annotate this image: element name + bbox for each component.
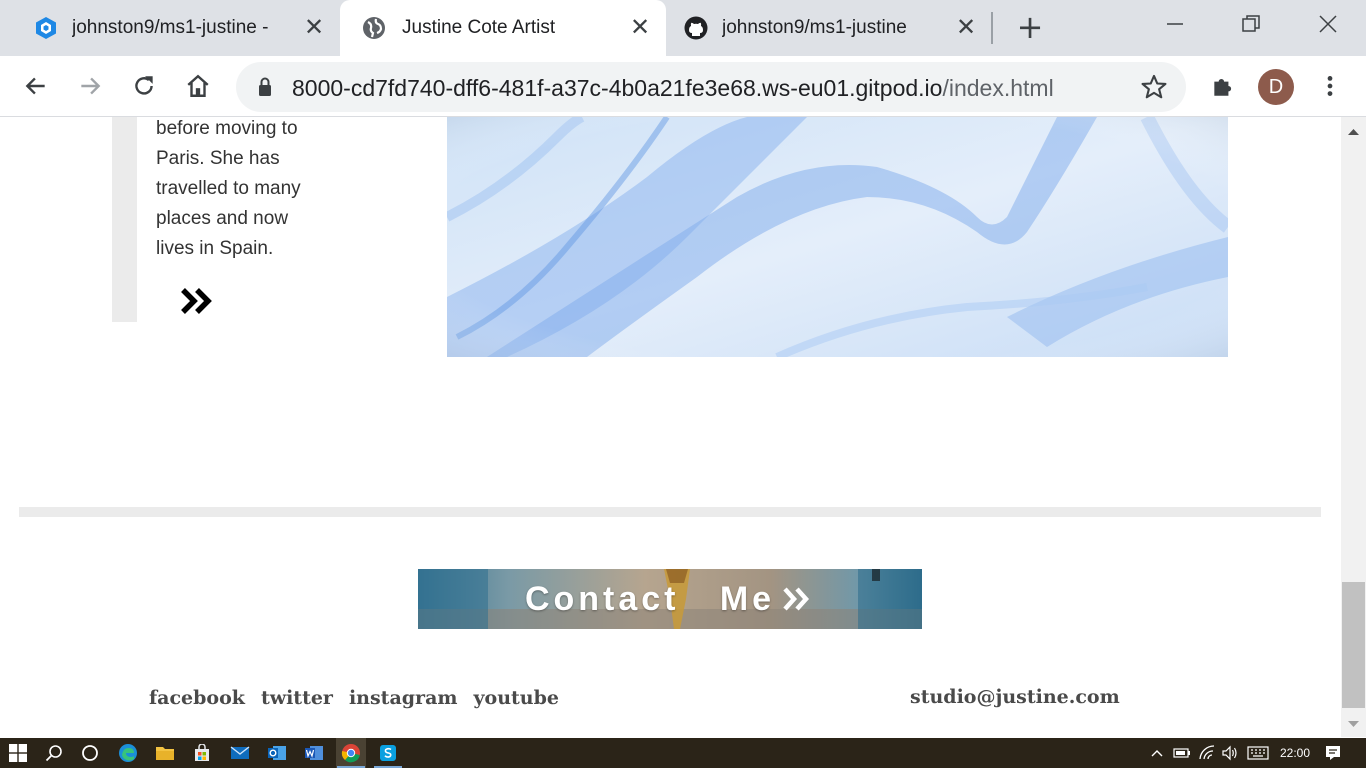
extensions-puzzle-icon[interactable] xyxy=(1205,68,1241,104)
close-icon[interactable]: ✕ xyxy=(954,16,978,40)
bookmark-star-icon[interactable] xyxy=(1140,73,1168,101)
bio-line: Paris. She has xyxy=(156,148,280,169)
gitpod-icon xyxy=(34,16,58,40)
browser-toolbar: 8000-cd7fd740-dff6-481f-a37c-4b0a21fe3e6… xyxy=(0,56,1366,117)
reload-button[interactable] xyxy=(126,68,162,104)
taskbar-clock[interactable]: 22:00 xyxy=(1280,746,1310,760)
menu-kebab-icon[interactable] xyxy=(1312,68,1348,104)
scroll-up-arrow-icon[interactable] xyxy=(1341,123,1366,139)
mail-icon[interactable] xyxy=(226,741,254,765)
skype-icon[interactable] xyxy=(374,741,402,765)
word-icon[interactable] xyxy=(300,741,328,765)
bio-line: places and now xyxy=(156,208,289,229)
bio-line: lives in Spain. xyxy=(156,238,274,259)
scroll-down-arrow-icon[interactable] xyxy=(1341,717,1366,733)
globe-icon xyxy=(362,16,386,40)
windows-taskbar: 22:00 xyxy=(0,738,1366,768)
github-icon xyxy=(684,16,708,40)
page-viewport: before moving to Paris. She has travelle… xyxy=(0,117,1341,737)
restore-button[interactable] xyxy=(1213,0,1289,48)
store-icon[interactable] xyxy=(188,741,216,765)
contact-label: Contact Me xyxy=(524,579,776,618)
search-icon[interactable] xyxy=(40,741,68,765)
home-button[interactable] xyxy=(180,68,216,104)
scrollbar-thumb[interactable] xyxy=(1342,582,1365,708)
task-view-icon[interactable] xyxy=(76,741,104,765)
start-icon[interactable] xyxy=(4,741,32,765)
bio-panel-bar xyxy=(112,117,137,322)
tab-title: johnston9/ms1-justine - xyxy=(72,17,269,38)
url-path: /index.html xyxy=(942,75,1054,101)
tab-gitpod[interactable]: johnston9/ms1-justine - ✕ xyxy=(34,0,334,56)
file-explorer-icon[interactable] xyxy=(151,741,179,765)
tab-github[interactable]: johnston9/ms1-justine ✕ xyxy=(684,0,984,56)
close-icon[interactable]: ✕ xyxy=(628,16,652,40)
keyboard-icon[interactable] xyxy=(1244,741,1272,765)
hero-fabric-image xyxy=(447,117,1228,357)
notification-center-icon[interactable] xyxy=(1320,741,1346,765)
twitter-link[interactable]: twitter xyxy=(261,687,333,709)
bio-text: before moving to Paris. She has travelle… xyxy=(156,117,356,264)
tab-title: johnston9/ms1-justine xyxy=(722,17,907,38)
new-tab-button[interactable]: + xyxy=(1014,11,1046,44)
volume-icon[interactable] xyxy=(1217,741,1243,765)
url-host: 8000-cd7fd740-dff6-481f-a37c-4b0a21fe3e6… xyxy=(292,75,943,101)
bio-line: before moving to xyxy=(156,118,298,139)
facebook-link[interactable]: facebook xyxy=(149,687,245,709)
close-window-button[interactable] xyxy=(1290,0,1366,48)
bio-line: travelled to many xyxy=(156,178,301,199)
section-divider xyxy=(19,507,1321,517)
social-links: facebook twitter instagram youtube xyxy=(149,687,559,709)
angle-double-right-icon[interactable] xyxy=(180,285,216,317)
battery-icon[interactable] xyxy=(1169,741,1195,765)
youtube-link[interactable]: youtube xyxy=(473,687,559,709)
instagram-link[interactable]: instagram xyxy=(349,687,458,709)
profile-avatar[interactable]: D xyxy=(1258,69,1294,105)
tab-separator xyxy=(991,12,993,44)
email-link[interactable]: studio@justine.com xyxy=(910,686,1120,708)
tray-chevron-up-icon[interactable] xyxy=(1144,741,1170,765)
tab-title: Justine Cote Artist xyxy=(402,17,556,38)
angle-double-right-icon xyxy=(781,584,815,614)
tab-justine-cote[interactable]: Justine Cote Artist ✕ xyxy=(340,0,666,56)
edge-icon[interactable] xyxy=(114,741,142,765)
chrome-icon[interactable] xyxy=(337,741,365,765)
url-text: 8000-cd7fd740-dff6-481f-a37c-4b0a21fe3e6… xyxy=(292,75,1054,102)
outlook-icon[interactable] xyxy=(263,741,291,765)
lock-icon[interactable] xyxy=(254,75,276,99)
back-button[interactable] xyxy=(18,68,54,104)
contact-me-button[interactable]: Contact Me xyxy=(418,569,922,629)
minimize-button[interactable] xyxy=(1137,0,1213,48)
address-bar[interactable]: 8000-cd7fd740-dff6-481f-a37c-4b0a21fe3e6… xyxy=(236,62,1186,112)
page-scrollbar[interactable] xyxy=(1341,117,1366,737)
forward-button[interactable] xyxy=(72,68,108,104)
tab-strip: johnston9/ms1-justine - ✕ Justine Cote A… xyxy=(0,0,1366,56)
close-icon[interactable]: ✕ xyxy=(302,16,326,40)
